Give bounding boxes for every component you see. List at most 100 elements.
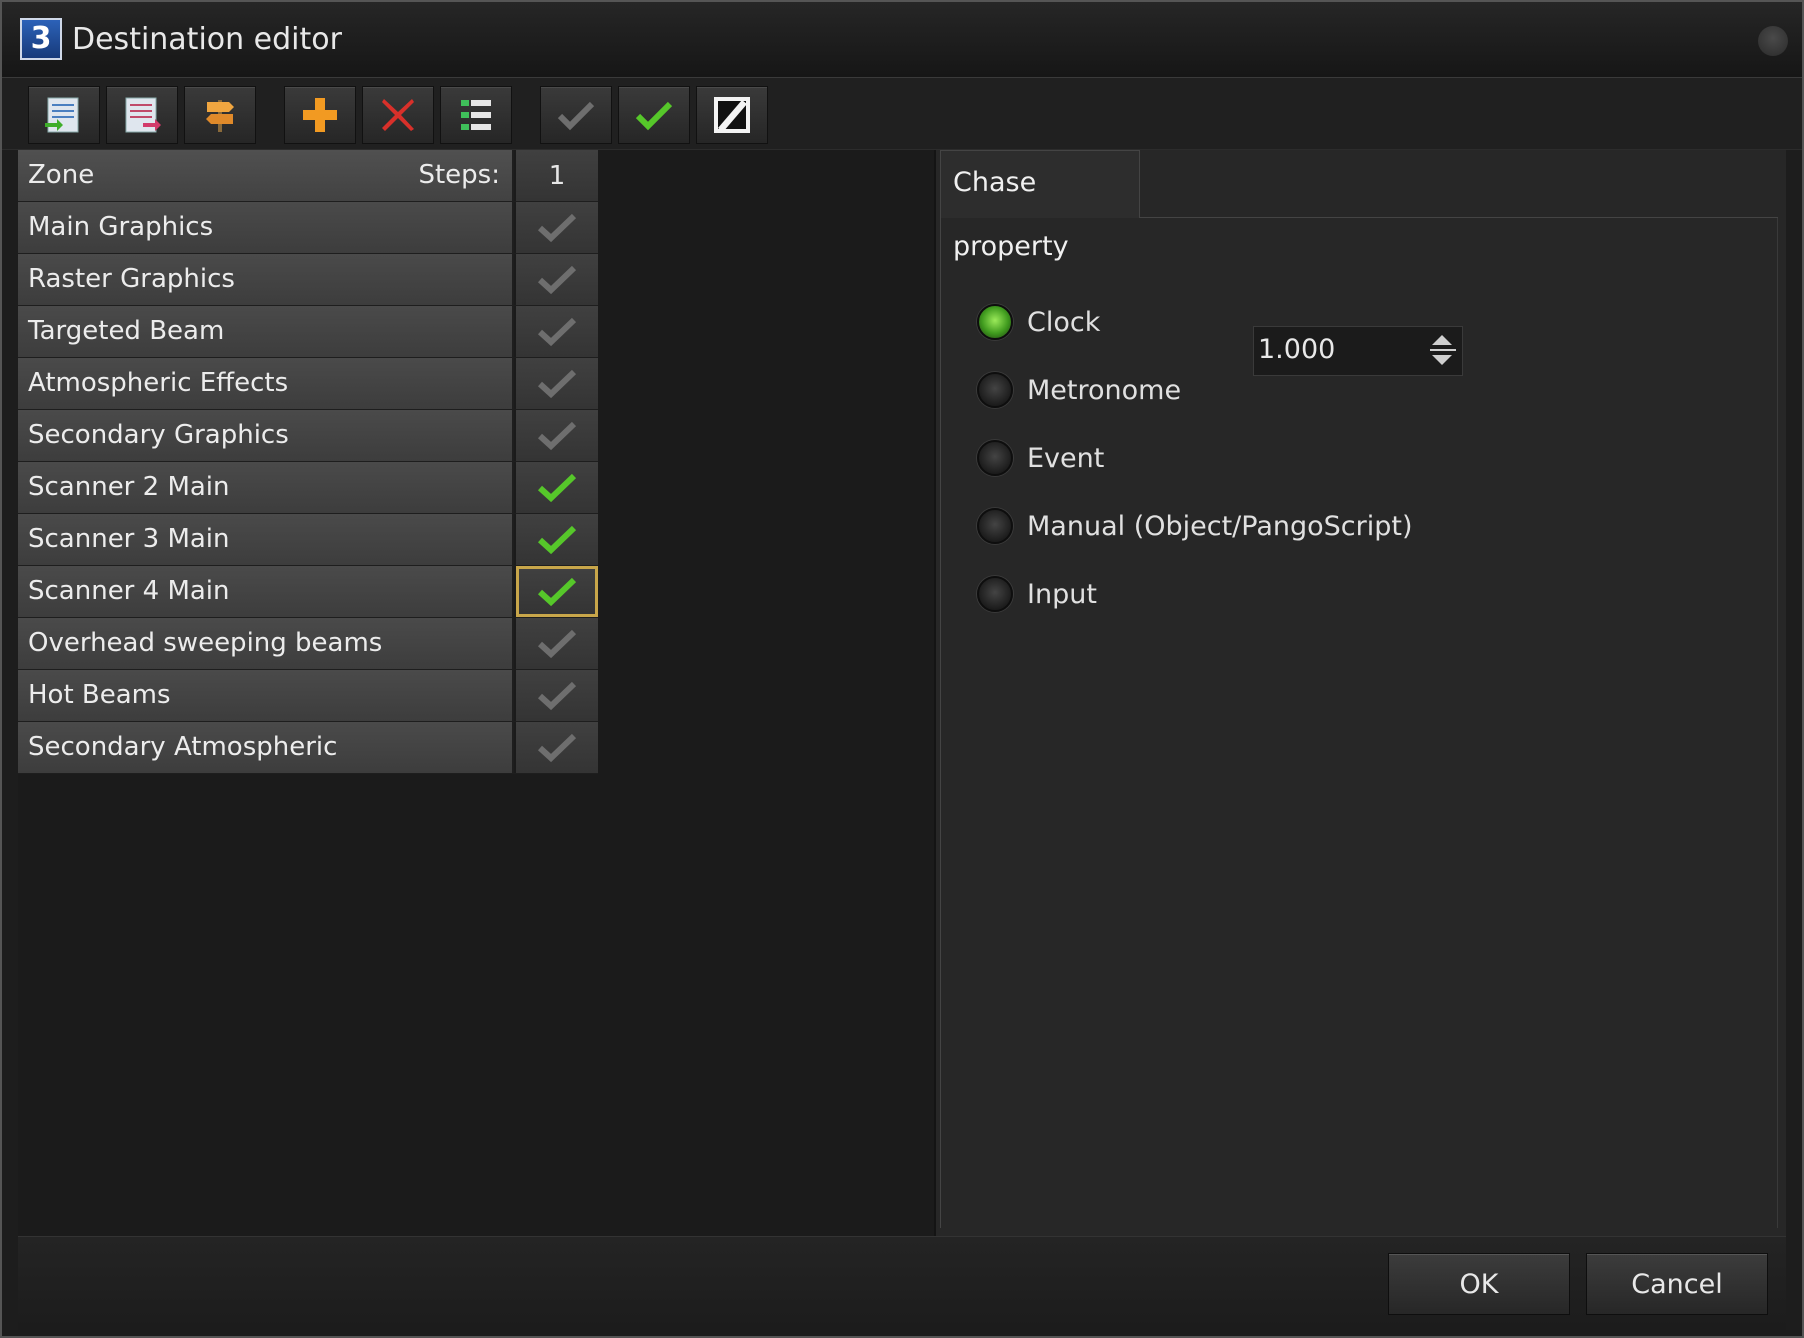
invert-selection-button[interactable] <box>696 86 768 144</box>
clock-value-spinbox[interactable]: 1.000 <box>1253 326 1463 376</box>
zone-checkbox[interactable] <box>516 462 598 513</box>
zone-checkbox[interactable] <box>516 722 598 773</box>
radio-option[interactable]: Manual (Object/PangoScript) <box>977 504 1413 548</box>
zone-row[interactable]: Hot Beams <box>18 670 598 722</box>
invert-icon <box>714 97 750 133</box>
zone-row[interactable]: Raster Graphics <box>18 254 598 306</box>
steps-value-cell[interactable]: 1 <box>516 150 598 201</box>
check-gray-icon <box>537 213 577 242</box>
zone-row[interactable]: Targeted Beam <box>18 306 598 358</box>
zone-import-icon <box>45 97 79 133</box>
cancel-button[interactable]: Cancel <box>1586 1253 1768 1315</box>
zone-name[interactable]: Targeted Beam <box>18 306 514 357</box>
radio-option[interactable]: Metronome <box>977 368 1181 412</box>
radio-button[interactable] <box>977 372 1013 408</box>
zone-name[interactable]: Overhead sweeping beams <box>18 618 514 669</box>
signpost-icon <box>206 100 234 132</box>
window-title: Destination editor <box>72 22 342 57</box>
check-gray-icon <box>537 421 577 450</box>
spin-down-icon[interactable] <box>1432 355 1452 365</box>
check-all-button[interactable] <box>618 86 690 144</box>
steps-value: 1 <box>548 160 566 191</box>
zone-row[interactable]: Secondary Atmospheric <box>18 722 598 774</box>
add-zone-button[interactable] <box>284 86 356 144</box>
steps-label: Steps: <box>418 160 500 190</box>
zone-row[interactable]: Scanner 2 Main <box>18 462 598 514</box>
radio-button[interactable] <box>977 576 1013 612</box>
zone-checkbox[interactable] <box>516 202 598 253</box>
zone-name[interactable]: Main Graphics <box>18 202 514 253</box>
radio-option[interactable]: Event <box>977 436 1104 480</box>
zone-row[interactable]: Scanner 4 Main <box>18 566 598 618</box>
ok-button[interactable]: OK <box>1388 1253 1570 1315</box>
radio-label: Event <box>1027 442 1105 474</box>
zone-table-header: Zone Steps: 1 <box>18 150 598 202</box>
check-green-icon <box>537 525 577 554</box>
zone-checkbox[interactable] <box>516 514 598 565</box>
zone-checkbox[interactable] <box>516 306 598 357</box>
radio-option[interactable]: Clock <box>977 300 1100 344</box>
list-button[interactable] <box>440 86 512 144</box>
check-gray-icon <box>537 317 577 346</box>
check-gray-icon <box>537 681 577 710</box>
zone-checkbox[interactable] <box>516 670 598 721</box>
delete-zone-button[interactable] <box>362 86 434 144</box>
zone-column-header: Zone Steps: <box>18 150 514 201</box>
add-icon <box>303 98 337 132</box>
check-gray-icon <box>537 265 577 294</box>
chase-property-content: Clock Metronome Event Manual (Object/PangoS… <box>940 218 1778 1228</box>
check-green-icon <box>635 101 673 131</box>
clock-value-text: 1.000 <box>1258 334 1336 365</box>
zone-checkbox[interactable] <box>516 410 598 461</box>
radio-label: Input <box>1027 578 1097 610</box>
zone-name[interactable]: Raster Graphics <box>18 254 514 305</box>
tab-chase-property[interactable]: Chase property <box>940 150 1140 262</box>
title-bar: 3 Destination editor <box>2 2 1802 78</box>
window-menu-button[interactable] <box>1758 26 1788 56</box>
zone-row[interactable]: Secondary Graphics <box>18 410 598 462</box>
zone-checkbox[interactable] <box>516 254 598 305</box>
check-gray-icon <box>537 369 577 398</box>
list-align-icon <box>461 100 491 130</box>
check-gray-icon <box>537 733 577 762</box>
zone-export-icon <box>125 97 161 133</box>
export-zones-button[interactable] <box>106 86 178 144</box>
zone-table: Zone Steps: 1 Main Graphics Raster Graphi… <box>18 150 598 774</box>
zone-checkbox[interactable] <box>516 566 598 617</box>
toolbar <box>2 78 1802 150</box>
check-green-icon <box>537 577 577 606</box>
zone-row[interactable]: Atmospheric Effects <box>18 358 598 410</box>
zone-checkbox[interactable] <box>516 358 598 409</box>
zone-checkbox[interactable] <box>516 618 598 669</box>
zone-row[interactable]: Main Graphics <box>18 202 598 254</box>
radio-label: Manual (Object/PangoScript) <box>1027 510 1413 542</box>
check-gray-icon <box>537 629 577 658</box>
spin-divider <box>1430 349 1456 351</box>
zone-name[interactable]: Atmospheric Effects <box>18 358 514 409</box>
radio-button[interactable] <box>977 304 1013 340</box>
zone-name[interactable]: Secondary Atmospheric <box>18 722 514 773</box>
zone-name[interactable]: Hot Beams <box>18 670 514 721</box>
zone-header-label: Zone <box>28 160 95 190</box>
radio-button[interactable] <box>977 440 1013 476</box>
zone-name[interactable]: Scanner 4 Main <box>18 566 514 617</box>
spin-up-icon[interactable] <box>1432 335 1452 345</box>
import-zones-button[interactable] <box>28 86 100 144</box>
radio-button[interactable] <box>977 508 1013 544</box>
delete-icon <box>382 99 414 131</box>
radio-label: Clock <box>1027 306 1101 338</box>
radio-option[interactable]: Input <box>977 572 1097 616</box>
spin-buttons[interactable] <box>1426 327 1462 375</box>
check-gray-icon <box>557 101 595 131</box>
destination-editor-window: 3 Destination editor Zone Steps: 1 Main … <box>0 0 1804 1338</box>
check-green-icon <box>537 473 577 502</box>
route-button[interactable] <box>184 86 256 144</box>
radio-label: Metronome <box>1027 374 1182 406</box>
zone-row[interactable]: Scanner 3 Main <box>18 514 598 566</box>
zone-row[interactable]: Overhead sweeping beams <box>18 618 598 670</box>
zone-name[interactable]: Scanner 3 Main <box>18 514 514 565</box>
uncheck-all-button[interactable] <box>540 86 612 144</box>
chase-property-panel: Chase property Clock Metronome Event Manual… <box>934 150 1786 1236</box>
zone-name[interactable]: Scanner 2 Main <box>18 462 514 513</box>
zone-name[interactable]: Secondary Graphics <box>18 410 514 461</box>
